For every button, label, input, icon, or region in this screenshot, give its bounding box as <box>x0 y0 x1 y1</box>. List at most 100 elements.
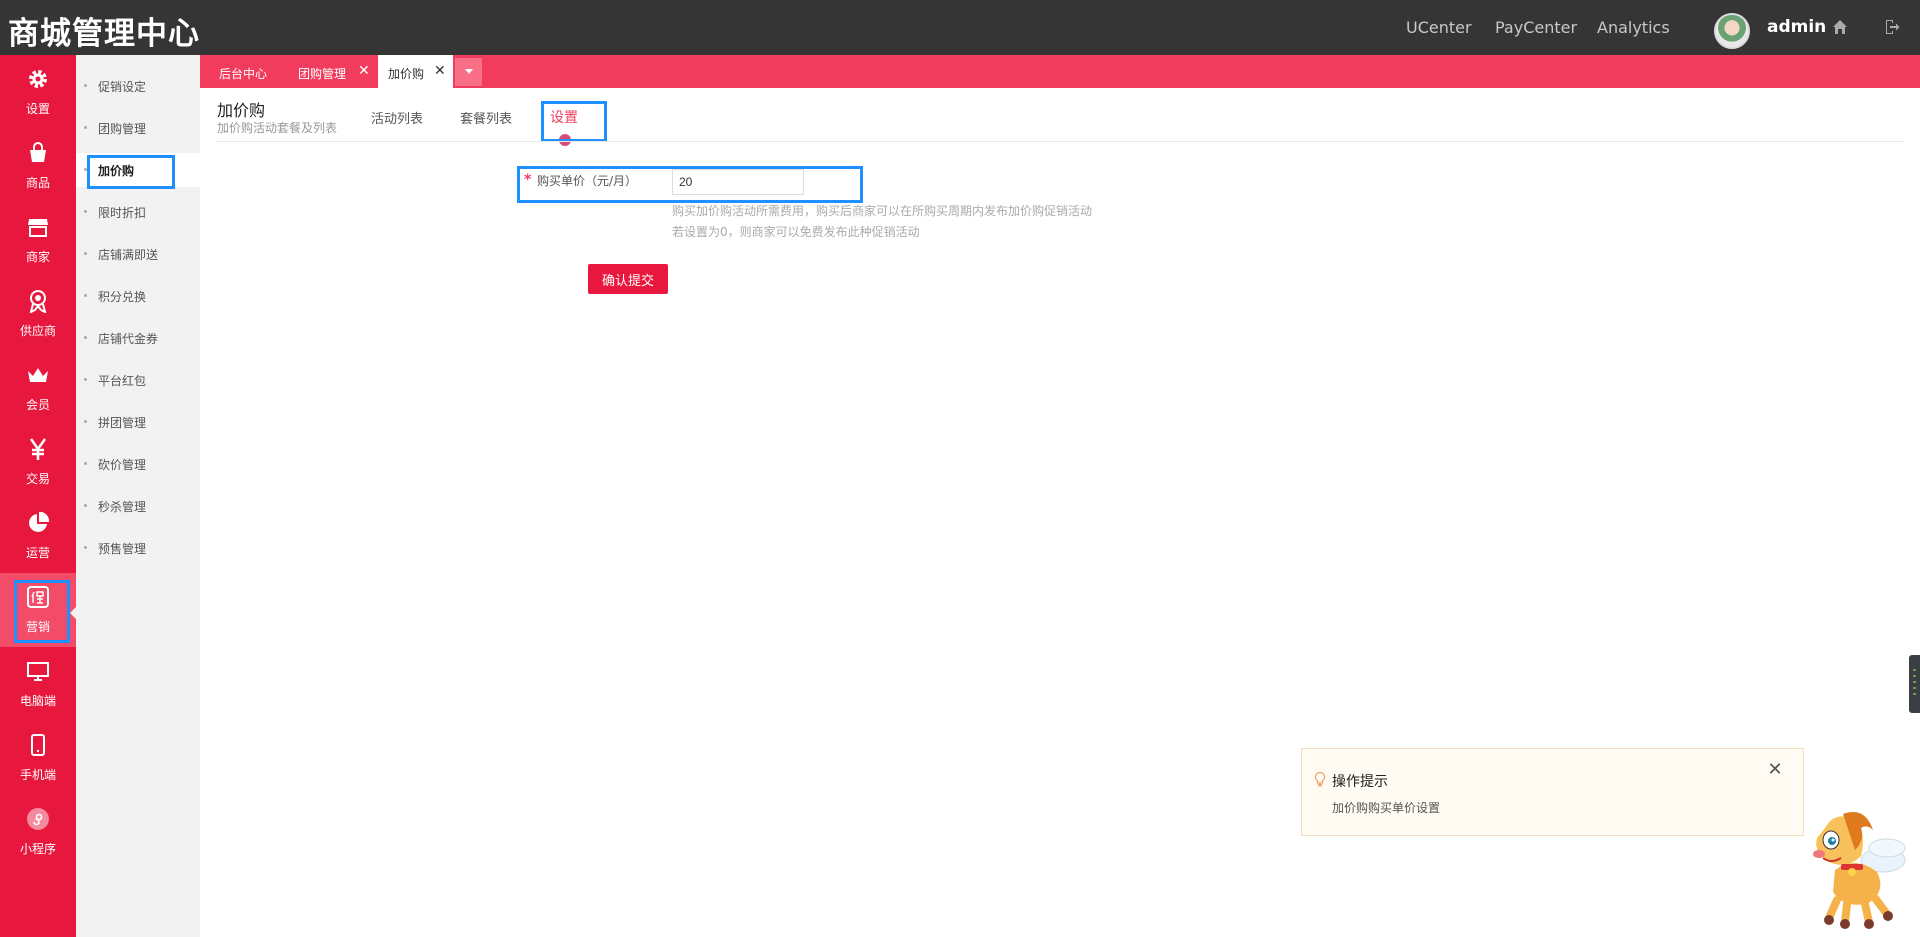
bullet-icon <box>84 210 87 213</box>
sub-item-label: 拼团管理 <box>98 416 147 430</box>
sub-item-store-voucher[interactable]: 店铺代金券 <box>76 321 200 355</box>
home-icon[interactable] <box>1832 19 1848 35</box>
lightbulb-icon <box>1314 771 1326 787</box>
rail-item-label: 供应商 <box>19 324 56 338</box>
bullet-icon <box>84 252 87 255</box>
main-rail: 设置 商品 商家 供应商 会员 交易 运营 营销 电脑端 手机端 小程序 <box>0 55 76 937</box>
close-icon[interactable]: ✕ <box>1766 761 1784 779</box>
user-name[interactable]: admin <box>1767 17 1826 37</box>
close-icon[interactable]: ✕ <box>434 63 446 79</box>
nav-analytics-link[interactable]: Analytics <box>1597 18 1670 37</box>
rail-pointer <box>70 606 77 620</box>
rail-item-label: 商家 <box>25 250 50 264</box>
bullet-icon <box>84 504 87 507</box>
top-bar: 商城管理中心 UCenter PayCenter Analytics admin <box>0 0 1920 55</box>
tab-label: 团购管理 <box>298 67 347 81</box>
sub-item-label: 砍价管理 <box>98 458 147 472</box>
sub-item-platform-redpacket[interactable]: 平台红包 <box>76 363 200 397</box>
tab-bar: 后台中心 团购管理 ✕ 加价购 ✕ <box>200 55 1920 88</box>
price-hint-line1: 购买加价购活动所需费用，购买后商家可以在所购买周期内发布加价购促销活动 <box>672 204 1093 218</box>
rail-item-label: 会员 <box>25 398 50 412</box>
sub-item-label: 店铺代金券 <box>98 332 159 346</box>
bullet-icon <box>84 84 87 87</box>
sub-item-group-buy[interactable]: 团购管理 <box>76 111 200 145</box>
rail-item-merchant[interactable]: 商家 <box>0 203 76 277</box>
subnav-activity-list[interactable]: 活动列表 <box>371 108 423 127</box>
sub-item-label: 团购管理 <box>98 122 147 136</box>
sub-item-label: 店铺满即送 <box>98 248 159 262</box>
sub-item-label: 限时折扣 <box>98 206 147 220</box>
rail-item-pc[interactable]: 电脑端 <box>0 647 76 721</box>
sub-item-seckill[interactable]: 秒杀管理 <box>76 489 200 523</box>
sub-item-full-gift[interactable]: 店铺满即送 <box>76 237 200 271</box>
rail-item-label: 商品 <box>25 176 50 190</box>
bullet-icon <box>84 336 87 339</box>
bullet-icon <box>84 462 87 465</box>
tab-backend-center[interactable]: 后台中心 <box>200 55 285 88</box>
mascot-pony-illustration <box>1813 812 1906 929</box>
active-rail-highlight <box>14 580 70 643</box>
yen-icon <box>29 438 47 460</box>
bullet-icon <box>84 378 87 381</box>
sub-item-group-deal[interactable]: 拼团管理 <box>76 405 200 439</box>
required-marker: * <box>524 172 532 188</box>
tab-dropdown-button[interactable] <box>455 58 482 86</box>
sub-item-label: 预售管理 <box>98 542 147 556</box>
tab-group-buy[interactable]: 团购管理 ✕ <box>285 55 378 88</box>
crown-icon <box>28 368 48 382</box>
sub-item-promo-settings[interactable]: 促销设定 <box>76 69 200 103</box>
tip-title: 操作提示 <box>1332 774 1388 790</box>
sub-item-label: 秒杀管理 <box>98 500 147 514</box>
tip-text: 加价购购买单价设置 <box>1332 801 1441 815</box>
rail-item-mobile[interactable]: 手机端 <box>0 721 76 795</box>
rail-item-mini-program[interactable]: 小程序 <box>0 795 76 869</box>
rail-item-label: 小程序 <box>19 842 56 856</box>
caret-down-icon <box>465 69 473 74</box>
page-title: 加价购 <box>217 101 266 120</box>
mini-program-icon <box>27 808 49 830</box>
nav-ucenter-link[interactable]: UCenter <box>1406 18 1472 37</box>
rail-item-operation[interactable]: 运营 <box>0 499 76 573</box>
active-sub-item-highlight <box>87 155 175 189</box>
tab-add-price-buy[interactable]: 加价购 ✕ <box>378 55 453 88</box>
active-subnav-highlight <box>541 101 607 142</box>
sub-item-flash-discount[interactable]: 限时折扣 <box>76 195 200 229</box>
rail-item-settings[interactable]: 设置 <box>0 55 76 129</box>
pie-chart-icon <box>29 511 50 532</box>
page-description: 加价购活动套餐及列表 <box>217 121 338 135</box>
shopping-bag-icon <box>30 142 46 162</box>
side-scroll-handle[interactable] <box>1909 655 1920 713</box>
submit-button[interactable]: 确认提交 <box>588 264 668 294</box>
bullet-icon <box>84 420 87 423</box>
rail-item-supplier[interactable]: 供应商 <box>0 277 76 351</box>
subnav-package-list[interactable]: 套餐列表 <box>460 108 512 127</box>
sub-item-label: 促销设定 <box>98 80 147 94</box>
nav-paycenter-link[interactable]: PayCenter <box>1495 18 1577 37</box>
price-input[interactable] <box>672 169 804 195</box>
brand-title: 商城管理中心 <box>8 16 200 52</box>
price-field-label: 购买单价（元/月） <box>537 174 638 188</box>
sub-item-bargain[interactable]: 砍价管理 <box>76 447 200 481</box>
bullet-icon <box>84 126 87 129</box>
rail-item-goods[interactable]: 商品 <box>0 129 76 203</box>
logout-icon[interactable] <box>1884 19 1900 35</box>
sub-item-points-exchange[interactable]: 积分兑换 <box>76 279 200 313</box>
rail-item-label: 交易 <box>25 472 50 486</box>
rail-item-trade[interactable]: 交易 <box>0 425 76 499</box>
rail-item-member[interactable]: 会员 <box>0 351 76 425</box>
monitor-icon <box>27 662 49 681</box>
divider <box>215 141 1905 142</box>
mobile-icon <box>31 734 45 756</box>
tab-label: 后台中心 <box>219 67 268 81</box>
rail-item-label: 运营 <box>25 546 50 560</box>
operation-tip-panel: 操作提示 加价购购买单价设置 ✕ <box>1301 748 1804 836</box>
sub-item-presale[interactable]: 预售管理 <box>76 531 200 565</box>
award-ribbon-icon <box>29 290 47 313</box>
sub-item-label: 积分兑换 <box>98 290 147 304</box>
bullet-icon <box>84 546 87 549</box>
store-icon <box>28 219 48 237</box>
tab-label: 加价购 <box>388 67 425 81</box>
avatar[interactable] <box>1714 13 1750 49</box>
sub-item-label: 平台红包 <box>98 374 147 388</box>
close-icon[interactable]: ✕ <box>358 63 370 79</box>
